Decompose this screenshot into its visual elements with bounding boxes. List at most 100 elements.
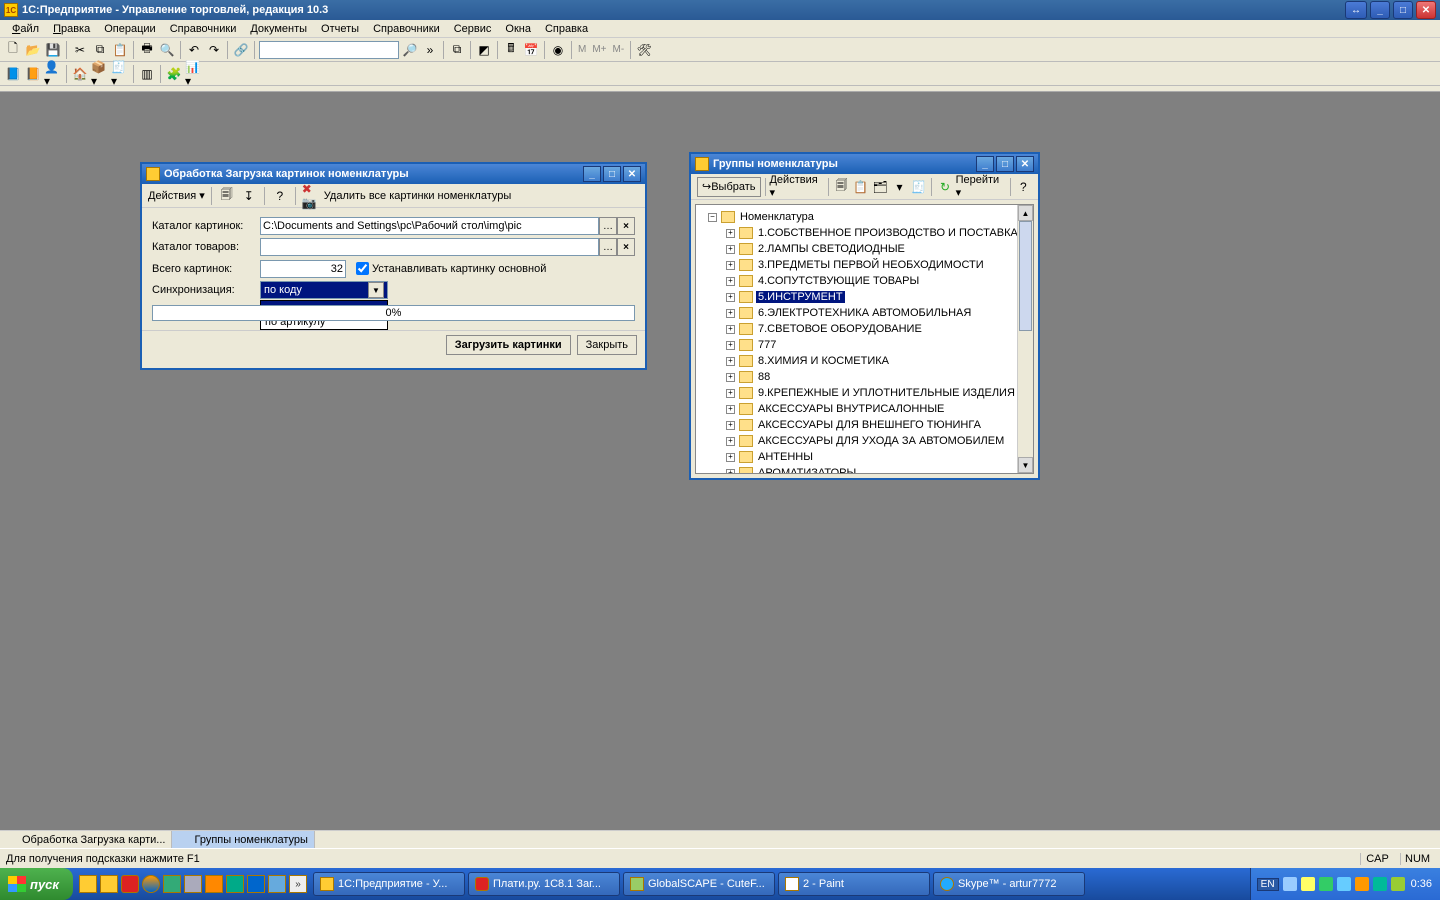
combo-sync[interactable]: по коду ▼ по коду по артикулу: [260, 281, 388, 299]
browse-catalog-goods-button[interactable]: …: [599, 238, 617, 256]
tb2-icon-8[interactable]: 🧩: [165, 65, 183, 83]
tree-root-row[interactable]: − Номенклатура: [698, 209, 1031, 225]
ql-vlc-icon[interactable]: [205, 875, 223, 893]
tree-row[interactable]: +88: [698, 369, 1031, 385]
dialog-upload-titlebar[interactable]: Обработка Загрузка картинок номенклатуры…: [142, 164, 645, 184]
task-skype[interactable]: Skype™ - artur7772: [933, 872, 1085, 896]
tb-groups-icon-2[interactable]: 📋: [852, 178, 869, 196]
dialog-upload-close-button[interactable]: ✕: [623, 166, 641, 182]
task-paint[interactable]: 2 - Paint: [778, 872, 930, 896]
paste-icon[interactable]: 📋: [111, 41, 129, 59]
ql-icon-1[interactable]: [79, 875, 97, 893]
tb-icon-1[interactable]: 🗐: [218, 187, 236, 205]
tool-yellow-icon[interactable]: ◩: [475, 41, 493, 59]
open-icon[interactable]: 📂: [24, 41, 42, 59]
menu-references1[interactable]: Справочники: [164, 22, 243, 36]
expand-icon[interactable]: +: [726, 437, 735, 446]
ql-icon-9[interactable]: [247, 875, 265, 893]
actions-menu-button-2[interactable]: Действия ▾: [769, 174, 824, 199]
minimize-button[interactable]: _: [1370, 1, 1390, 19]
ql-icon-8[interactable]: [226, 875, 244, 893]
scroll-thumb[interactable]: [1019, 221, 1032, 331]
dialog-groups-titlebar[interactable]: Группы номенклатуры _ □ ✕: [691, 154, 1038, 174]
task-opera[interactable]: Плати.ру. 1С8.1 Заг...: [468, 872, 620, 896]
m-minus-label[interactable]: M-: [611, 44, 627, 55]
expand-icon[interactable]: +: [726, 309, 735, 318]
tree-row[interactable]: +3.ПРЕДМЕТЫ ПЕРВОЙ НЕОБХОДИМОСТИ: [698, 257, 1031, 273]
dialog-upload-maximize-button[interactable]: □: [603, 166, 621, 182]
taskbar-clock[interactable]: 0:36: [1409, 878, 1434, 890]
expand-icon[interactable]: +: [726, 373, 735, 382]
tray-icon-2[interactable]: [1301, 877, 1315, 891]
clear-catalog-goods-button[interactable]: ×: [617, 238, 635, 256]
tree-row[interactable]: +АКСЕССУАРЫ ДЛЯ ВНЕШНЕГО ТЮНИНГА: [698, 417, 1031, 433]
menu-windows[interactable]: Окна: [499, 22, 537, 36]
tree-scrollbar[interactable]: ▲ ▼: [1017, 205, 1033, 473]
refresh-icon[interactable]: ↻: [936, 178, 953, 196]
chevron-down-icon[interactable]: ▼: [368, 282, 384, 298]
wrench-icon[interactable]: 🛠: [635, 41, 653, 59]
new-icon[interactable]: 🗋: [4, 41, 22, 59]
ql-icon-5[interactable]: [163, 875, 181, 893]
collapse-icon[interactable]: −: [708, 213, 717, 222]
expand-icon[interactable]: +: [726, 325, 735, 334]
load-images-button[interactable]: Загрузить картинки: [446, 335, 571, 355]
tray-icon-3[interactable]: [1319, 877, 1333, 891]
tree-row[interactable]: +8.ХИМИЯ И КОСМЕТИКА: [698, 353, 1031, 369]
tb2-icon-9[interactable]: 📊▾: [185, 65, 203, 83]
scroll-up-icon[interactable]: ▲: [1018, 205, 1033, 221]
tb2-icon-4[interactable]: 🏠: [71, 65, 89, 83]
dialog-groups-close-button[interactable]: ✕: [1016, 156, 1034, 172]
save-icon[interactable]: 💾: [44, 41, 62, 59]
expand-icon[interactable]: +: [726, 453, 735, 462]
tb2-icon-2[interactable]: 📙: [24, 65, 42, 83]
ql-expand-icon[interactable]: »: [289, 875, 307, 893]
close-button[interactable]: ✕: [1416, 1, 1436, 19]
preview-icon[interactable]: 🔍: [158, 41, 176, 59]
tb2-icon-6[interactable]: 🧾▾: [111, 65, 129, 83]
dialog-upload-minimize-button[interactable]: _: [583, 166, 601, 182]
expand-icon[interactable]: +: [726, 341, 735, 350]
tool-green-icon[interactable]: ◉: [549, 41, 567, 59]
expand-icon[interactable]: +: [726, 245, 735, 254]
clear-catalog-images-button[interactable]: ×: [617, 217, 635, 235]
tray-icon-5[interactable]: [1355, 877, 1369, 891]
expand-icon[interactable]: +: [726, 469, 735, 475]
mdi-tab-upload[interactable]: Обработка Загрузка карти...: [0, 831, 172, 848]
tree-row[interactable]: +9.КРЕПЕЖНЫЕ И УПЛОТНИТЕЛЬНЫЕ ИЗДЕЛИЯ: [698, 385, 1031, 401]
calc-icon[interactable]: 🖩: [502, 41, 520, 59]
task-cuteftp[interactable]: GlobalSCAPE - CuteF...: [623, 872, 775, 896]
help-icon[interactable]: ?: [271, 187, 289, 205]
mdi-tab-groups[interactable]: Группы номенклатуры: [172, 831, 314, 848]
actions-menu-button[interactable]: Действия ▾: [148, 189, 205, 202]
tree-row[interactable]: +5.ИНСТРУМЕНТ: [698, 289, 1031, 305]
restore-arrows-button[interactable]: ↔: [1345, 1, 1367, 19]
browse-catalog-images-button[interactable]: …: [599, 217, 617, 235]
delete-all-images-button[interactable]: Удалить все картинки номенклатуры: [324, 190, 512, 202]
print-icon[interactable]: 🖶: [138, 41, 156, 59]
dialog-groups-minimize-button[interactable]: _: [976, 156, 994, 172]
expand-icon[interactable]: +: [726, 277, 735, 286]
undo-icon[interactable]: ↶: [185, 41, 203, 59]
tray-icon-6[interactable]: [1373, 877, 1387, 891]
dialog-groups-maximize-button[interactable]: □: [996, 156, 1014, 172]
toolbar-search-input[interactable]: [259, 41, 399, 59]
menu-service[interactable]: Сервис: [448, 22, 498, 36]
redo-icon[interactable]: ↷: [205, 41, 223, 59]
cut-icon[interactable]: ✂: [71, 41, 89, 59]
tb-groups-icon-5[interactable]: 🧾: [910, 178, 927, 196]
tb-groups-icon-1[interactable]: 🗐: [833, 178, 850, 196]
expand-icon[interactable]: +: [726, 421, 735, 430]
copy-icon[interactable]: ⧉: [91, 41, 109, 59]
tb2-icon-5[interactable]: 📦▾: [91, 65, 109, 83]
tree-row[interactable]: +2.ЛАМПЫ СВЕТОДИОДНЫЕ: [698, 241, 1031, 257]
expand-icon[interactable]: +: [726, 357, 735, 366]
tree-row[interactable]: +777: [698, 337, 1031, 353]
tray-icon-1[interactable]: [1283, 877, 1297, 891]
close-dialog-button[interactable]: Закрыть: [577, 335, 637, 355]
tree-row[interactable]: +1.СОБСТВЕННОЕ ПРОИЗВОДСТВО И ПОСТАВКА: [698, 225, 1031, 241]
menu-help[interactable]: Справка: [539, 22, 594, 36]
menu-edit[interactable]: Правка: [47, 22, 96, 36]
ql-icon-6[interactable]: [184, 875, 202, 893]
find-icon[interactable]: 🔎: [401, 41, 419, 59]
